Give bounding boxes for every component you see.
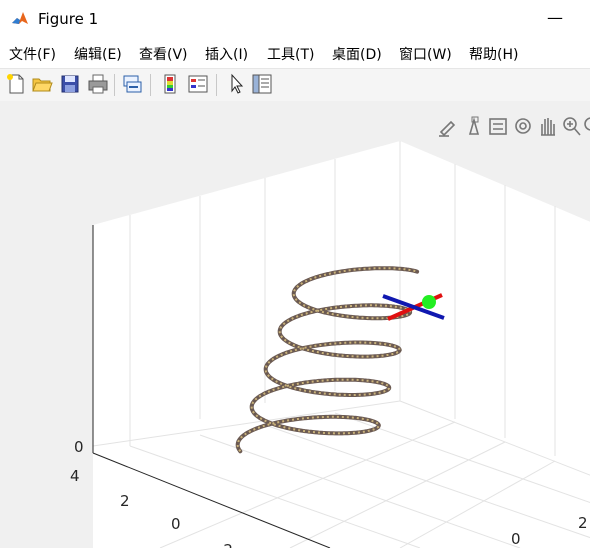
open-file-icon[interactable] <box>30 72 54 96</box>
menu-bar: 文件(F) 编辑(E) 查看(V) 插入(I) 工具(T) 桌面(D) 窗口(W… <box>0 38 590 68</box>
title-bar: Figure 1 — <box>0 0 590 38</box>
window-title: Figure 1 <box>38 10 99 28</box>
x-tick-label-0: 0 <box>511 530 521 548</box>
menu-help[interactable]: 帮助(H) <box>469 44 518 64</box>
menu-tools[interactable]: 工具(T) <box>267 44 314 64</box>
print-icon[interactable] <box>86 72 110 96</box>
menu-window[interactable]: 窗口(W) <box>399 44 452 64</box>
colorbar-icon[interactable] <box>158 72 182 96</box>
menu-insert[interactable]: 插入(I) <box>205 44 248 64</box>
y-tick-label-minus-2: -2 <box>218 541 233 548</box>
matlab-logo-icon <box>10 9 30 29</box>
menu-file[interactable]: 文件(F) <box>9 44 56 64</box>
y-tick-label-0: 0 <box>171 515 181 533</box>
menu-view[interactable]: 查看(V) <box>139 44 188 64</box>
link-plot-icon[interactable] <box>120 72 144 96</box>
minimize-button[interactable]: — <box>545 8 565 28</box>
figure-toolbar <box>0 68 590 102</box>
x-tick-label-2: 2 <box>578 514 588 532</box>
menu-edit[interactable]: 编辑(E) <box>74 44 122 64</box>
legend-icon[interactable] <box>186 72 210 96</box>
toolbar-separator <box>114 74 115 96</box>
menu-desktop[interactable]: 桌面(D) <box>332 44 382 64</box>
pointer-icon[interactable] <box>224 72 248 96</box>
green-marker-point <box>422 295 436 309</box>
new-figure-icon[interactable] <box>4 72 28 96</box>
toolbar-separator <box>216 74 217 96</box>
toolbar-separator <box>150 74 151 96</box>
z-tick-label-0: 0 <box>74 438 84 456</box>
property-inspector-icon[interactable] <box>250 72 274 96</box>
plot-3d-axes[interactable]: 0 4 2 0 -2 0 2 <box>0 101 590 548</box>
save-icon[interactable] <box>58 72 82 96</box>
y-tick-label-4: 4 <box>70 467 80 485</box>
y-tick-label-2: 2 <box>120 492 130 510</box>
